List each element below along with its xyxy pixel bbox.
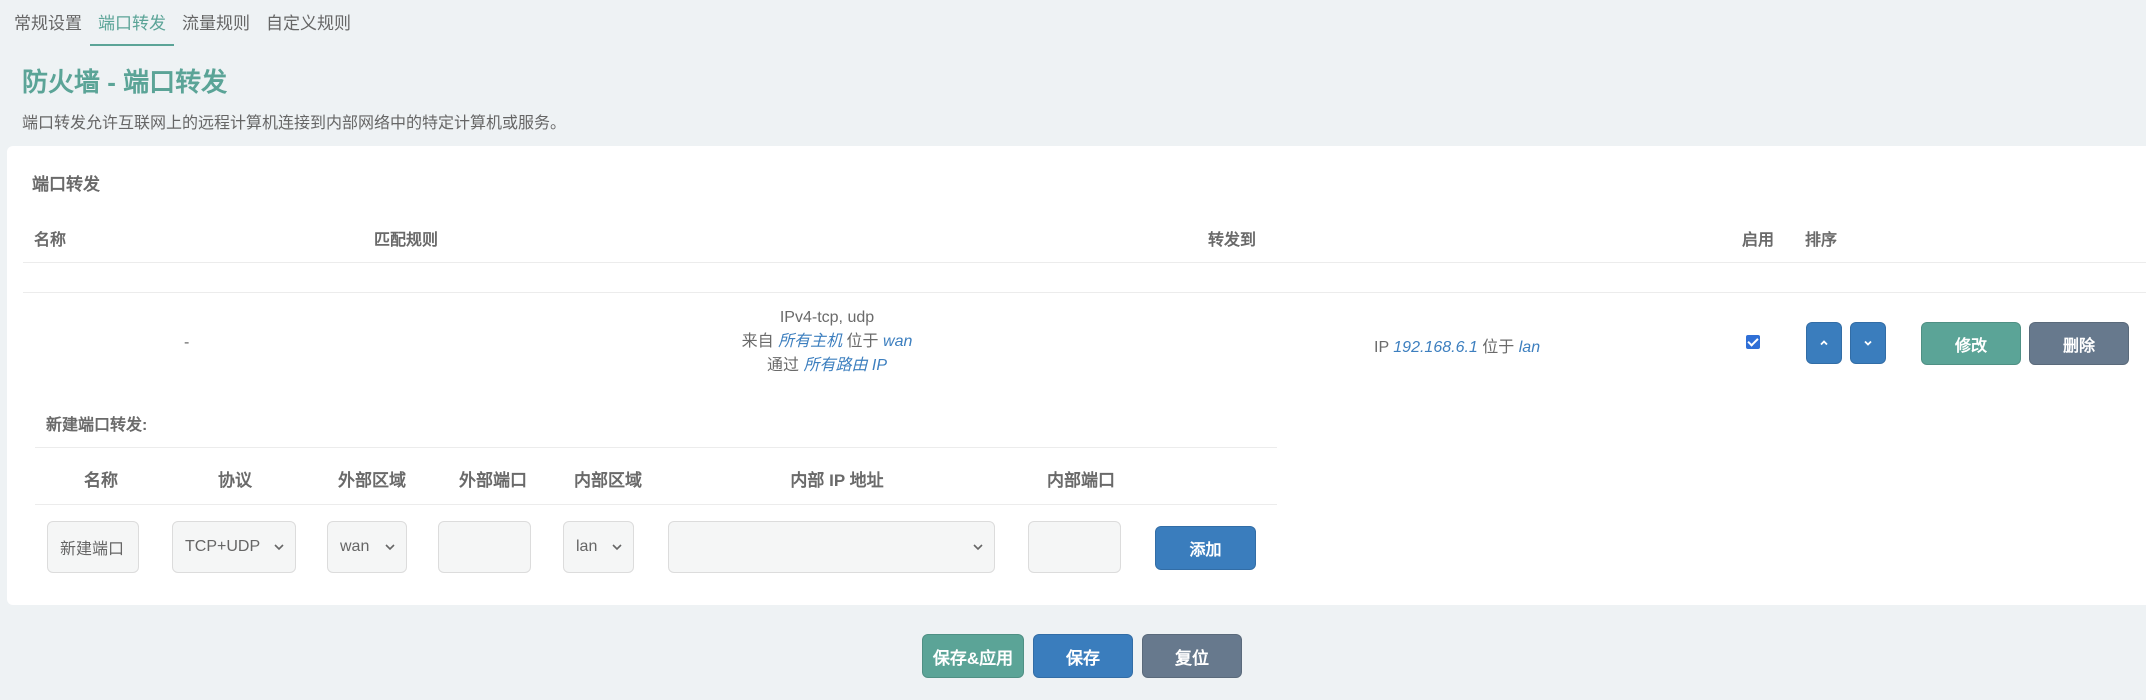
via-prefix: 通过 <box>766 357 799 374</box>
edit-button[interactable]: 修改 <box>1921 322 2021 365</box>
sort-down-button[interactable] <box>1850 322 1886 364</box>
divider <box>35 447 1277 448</box>
new-header-int-port: 内部端口 <box>1047 471 1115 490</box>
page-description: 端口转发允许互联网上的远程计算机连接到内部网络中的特定计算机或服务。 <box>22 115 567 132</box>
int-port-input[interactable] <box>1028 521 1121 573</box>
section-title: 端口转发 <box>32 175 100 194</box>
chevron-down-icon <box>1864 340 1872 346</box>
rule-protocol: IPv4-tcp, udp <box>779 309 875 326</box>
rule-name: - <box>184 334 190 351</box>
int-ip-select[interactable] <box>668 521 995 573</box>
header-forward: 转发到 <box>1208 232 1257 249</box>
divider <box>23 262 2146 263</box>
new-header-name: 名称 <box>84 471 118 490</box>
via-target: 所有路由 IP <box>803 357 888 374</box>
rule-enable-checkbox[interactable] <box>1746 335 1760 349</box>
add-button[interactable]: 添加 <box>1155 526 1256 570</box>
protocol-value: TCP+UDP <box>185 538 261 555</box>
divider <box>35 504 1277 505</box>
reset-button[interactable]: 复位 <box>1142 634 1242 678</box>
to-zone: lan <box>1518 339 1541 356</box>
new-header-int-zone: 内部区域 <box>574 471 642 490</box>
new-forward-title: 新建端口转发: <box>46 417 148 434</box>
int-zone-value: lan <box>576 538 598 555</box>
to-mid: 位于 <box>1482 339 1515 356</box>
delete-button[interactable]: 删除 <box>2029 322 2129 365</box>
header-sort: 排序 <box>1805 232 1838 249</box>
ext-zone-value: wan <box>340 538 370 555</box>
header-enable: 启用 <box>1742 232 1775 249</box>
sort-up-button[interactable] <box>1806 322 1842 364</box>
new-name-input[interactable]: 新建端口 <box>47 521 139 573</box>
divider <box>23 292 2146 293</box>
chevron-down-icon <box>385 544 395 551</box>
protocol-select[interactable]: TCP+UDP <box>172 521 296 573</box>
int-zone-select[interactable]: lan <box>563 521 634 573</box>
page-title: 防火墙 - 端口转发 <box>22 67 228 97</box>
chevron-down-icon <box>274 544 284 551</box>
new-header-protocol: 协议 <box>218 471 252 490</box>
rule-from: 来自 所有主机 位于 wan <box>607 330 1047 354</box>
tab-custom-rules[interactable]: 自定义规则 <box>258 0 359 44</box>
new-header-int-ip: 内部 IP 地址 <box>790 471 884 490</box>
rule-via: 通过 所有路由 IP <box>607 354 1047 378</box>
new-header-ext-port: 外部端口 <box>459 471 527 490</box>
to-ip: 192.168.6.1 <box>1393 339 1478 356</box>
save-apply-button[interactable]: 保存&应用 <box>922 634 1024 678</box>
chevron-down-icon <box>973 544 983 551</box>
tab-bar: 常规设置 端口转发 流量规则 自定义规则 <box>14 0 359 46</box>
new-header-ext-zone: 外部区域 <box>338 471 406 490</box>
from-prefix: 来自 <box>741 333 774 350</box>
ext-port-input[interactable] <box>438 521 531 573</box>
chevron-up-icon <box>1820 340 1828 346</box>
new-name-placeholder: 新建端口 <box>60 541 125 558</box>
from-zone: wan <box>883 333 913 350</box>
rule-match: IPv4-tcp, udp 来自 所有主机 位于 wan 通过 所有路由 IP <box>607 306 1047 378</box>
from-host: 所有主机 <box>778 333 843 350</box>
from-mid: 位于 <box>846 333 879 350</box>
tab-traffic-rules[interactable]: 流量规则 <box>174 0 258 44</box>
port-forward-section: 端口转发 名称 匹配规则 转发到 启用 排序 - IPv4-tcp, udp 来… <box>7 146 2146 605</box>
to-prefix: IP <box>1374 339 1389 356</box>
chevron-down-icon <box>612 544 622 551</box>
ext-zone-select[interactable]: wan <box>327 521 407 573</box>
tab-port-forward[interactable]: 端口转发 <box>90 0 174 46</box>
save-button[interactable]: 保存 <box>1033 634 1133 678</box>
tab-general[interactable]: 常规设置 <box>14 0 90 44</box>
rule-forward-to: IP 192.168.6.1 位于 lan <box>1374 333 1540 357</box>
header-name: 名称 <box>34 232 67 249</box>
header-match: 匹配规则 <box>374 232 439 249</box>
